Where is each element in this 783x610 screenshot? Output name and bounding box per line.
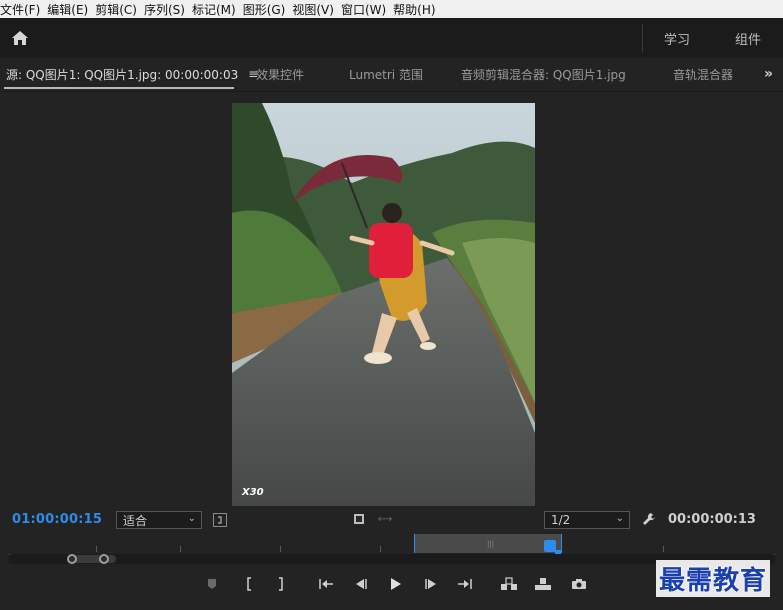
mark-fit-icon[interactable] xyxy=(213,513,227,527)
menu-help[interactable]: 帮助(H) xyxy=(393,1,442,18)
play-button[interactable] xyxy=(385,574,407,594)
mark-in-icon xyxy=(247,577,251,591)
duration-timecode: 00:00:00:13 xyxy=(668,512,756,527)
overwrite-icon xyxy=(535,578,551,590)
workspace-header: 学习 组件 xyxy=(0,18,783,58)
tab-overflow-button[interactable]: » xyxy=(764,66,773,82)
play-icon xyxy=(391,578,401,590)
go-to-out-button[interactable] xyxy=(454,574,476,594)
mark-out-icon xyxy=(279,577,283,591)
menu-clip[interactable]: 剪辑(C) xyxy=(95,1,144,18)
brand-watermark: 最需教育 xyxy=(656,560,771,597)
ruler-tick xyxy=(380,546,381,552)
wrench-icon[interactable] xyxy=(641,511,657,527)
menu-window[interactable]: 窗口(W) xyxy=(341,1,393,18)
zoom-handle-right[interactable] xyxy=(99,554,109,564)
insert-icon xyxy=(501,577,517,590)
zoom-level-value: 适合 xyxy=(123,513,148,528)
go-to-out-icon xyxy=(458,579,472,589)
tab-source-label: 源: QQ图片1: QQ图片1.jpg: 00:00:00:03 xyxy=(6,67,239,82)
step-back-icon xyxy=(356,579,367,589)
panel-tab-bar: 源: QQ图片1: QQ图片1.jpg: 00:00:00:03 ≡ 效果控件 … xyxy=(0,58,783,92)
menu-view[interactable]: 视图(V) xyxy=(292,1,341,18)
workspace-separator xyxy=(642,24,643,52)
go-to-in-button[interactable] xyxy=(315,574,337,594)
playback-resolution-value: 1/2 xyxy=(551,513,571,527)
camera-watermark: X30 xyxy=(242,487,264,498)
home-icon xyxy=(12,31,28,45)
video-frame: X30 xyxy=(232,103,535,506)
step-forward-icon xyxy=(425,579,436,589)
overwrite-button[interactable] xyxy=(532,574,554,594)
playhead-timecode[interactable]: 01:00:00:15 xyxy=(12,512,102,527)
zoom-handle-left[interactable] xyxy=(67,554,77,564)
ruler-tick xyxy=(180,546,181,552)
tab-effect-controls[interactable]: 效果控件 xyxy=(256,58,304,90)
menu-bar: 文件(F) 编辑(E) 剪辑(C) 序列(S) 标记(M) 图形(G) 视图(V… xyxy=(0,0,783,18)
frame-image xyxy=(232,103,535,506)
source-monitor-viewer: X30 xyxy=(0,92,783,506)
drag-audio-icon[interactable]: ⟷ xyxy=(377,512,393,526)
workspace-assembly[interactable]: 组件 xyxy=(735,18,761,58)
workspace-learning[interactable]: 学习 xyxy=(664,18,690,58)
bracket-icon xyxy=(218,516,222,524)
tab-audio-clip-mixer[interactable]: 音频剪辑混合器: QQ图片1.jpg xyxy=(461,58,626,90)
home-button[interactable] xyxy=(8,27,32,49)
insert-button[interactable] xyxy=(498,574,520,594)
playback-resolution-select[interactable]: 1/2 ⌄ xyxy=(544,511,630,529)
tab-source[interactable]: 源: QQ图片1: QQ图片1.jpg: 00:00:00:03 ≡ xyxy=(6,58,258,90)
chevron-down-icon: ⌄ xyxy=(187,513,196,524)
mark-in-button[interactable] xyxy=(238,574,260,594)
tab-lumetri-scopes[interactable]: Lumetri 范围 xyxy=(349,58,423,90)
go-to-in-icon xyxy=(319,579,333,589)
mark-out-button[interactable] xyxy=(270,574,292,594)
menu-graphics[interactable]: 图形(G) xyxy=(243,1,293,18)
ruler-tick xyxy=(663,546,664,552)
chevron-down-icon: ⌄ xyxy=(615,513,624,524)
viewer-controls: 01:00:00:15 适合 ⌄ ⟷ 1/2 ⌄ 00:00:00:13 xyxy=(0,506,783,534)
in-out-range[interactable]: ||| xyxy=(414,534,562,553)
ruler-tick xyxy=(96,546,97,552)
menu-sequence[interactable]: 序列(S) xyxy=(144,1,192,18)
ruler-tick xyxy=(280,546,281,552)
add-marker-button[interactable] xyxy=(201,574,223,594)
step-forward-button[interactable] xyxy=(420,574,442,594)
menu-markers[interactable]: 标记(M) xyxy=(192,1,243,18)
menu-edit[interactable]: 编辑(E) xyxy=(47,1,95,18)
grip-icon: ||| xyxy=(487,540,495,548)
marker-icon xyxy=(208,579,216,589)
drag-video-icon[interactable] xyxy=(352,512,366,526)
step-back-button[interactable] xyxy=(350,574,372,594)
tab-audio-track-mixer[interactable]: 音轨混合器 xyxy=(673,58,735,90)
menu-file[interactable]: 文件(F) xyxy=(0,1,47,18)
export-frame-button[interactable] xyxy=(568,574,590,594)
active-tab-indicator xyxy=(4,87,234,89)
zoom-level-select[interactable]: 适合 ⌄ xyxy=(116,511,202,529)
camera-icon xyxy=(572,579,586,589)
